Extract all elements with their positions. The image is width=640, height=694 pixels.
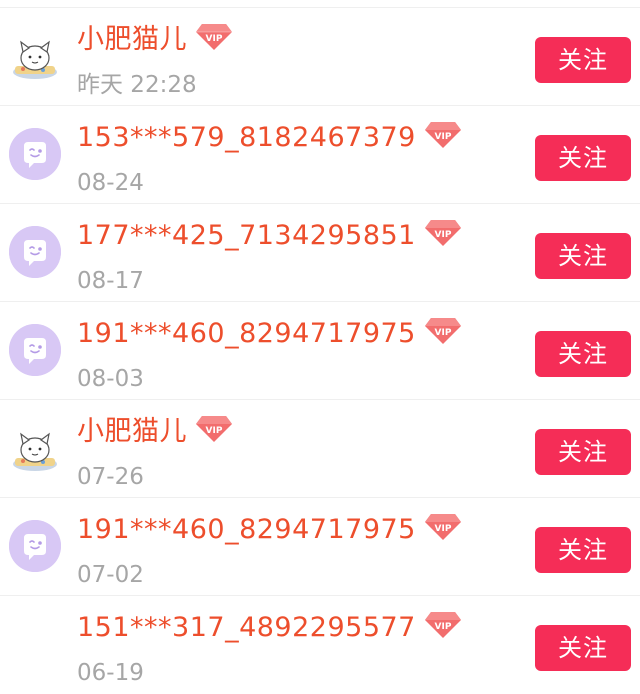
list-item[interactable]: 177***425_7134295851 VIP 08-17 关注 [0,204,640,302]
user-name[interactable]: 151***317_4892295577 [77,608,416,648]
user-name[interactable]: 191***460_8294717975 [77,314,416,354]
svg-text:VIP: VIP [434,230,451,240]
follow-button[interactable]: 关注 [535,37,631,83]
name-line: 小肥猫儿 VIP [77,20,233,60]
timestamp: 08-03 [77,366,144,392]
default-chat-bubble-icon[interactable] [9,226,61,278]
cat-sticker-icon[interactable] [9,30,61,82]
name-line: 191***460_8294717975 VIP [77,314,462,354]
list-item[interactable]: 153***579_8182467379 VIP 08-24 关注 [0,106,640,204]
name-line: 小肥猫儿 VIP [77,412,233,452]
name-line: 151***317_4892295577 VIP [77,608,462,648]
name-line: 153***579_8182467379 VIP [77,118,462,158]
timestamp: 07-26 [77,464,144,490]
timestamp: 昨天 22:28 [77,72,197,98]
vip-diamond-icon: VIP [195,413,233,443]
timestamp: 08-17 [77,268,144,294]
list-item[interactable]: 小肥猫儿 VIP 07-26 关注 [0,400,640,498]
svg-text:VIP: VIP [434,524,451,534]
svg-text:VIP: VIP [434,328,451,338]
name-line: 177***425_7134295851 VIP [77,216,462,256]
user-name[interactable]: 177***425_7134295851 [77,216,416,256]
timestamp: 08-24 [77,170,144,196]
list-item[interactable]: 191***460_8294717975 VIP 07-02 关注 [0,498,640,596]
top-divider [0,0,640,8]
vip-diamond-icon: VIP [424,609,462,639]
list-item[interactable]: 151***317_4892295577 VIP 06-19 关注 [0,596,640,694]
svg-text:VIP: VIP [206,426,223,436]
svg-text:VIP: VIP [434,622,451,632]
follow-button[interactable]: 关注 [535,233,631,279]
timestamp: 06-19 [77,660,144,686]
user-name[interactable]: 小肥猫儿 [77,412,187,452]
default-chat-bubble-icon[interactable] [9,520,61,572]
user-name[interactable]: 191***460_8294717975 [77,510,416,550]
list-item[interactable]: 小肥猫儿 VIP 昨天 22:28 关注 [0,8,640,106]
name-line: 191***460_8294717975 VIP [77,510,462,550]
svg-text:VIP: VIP [206,34,223,44]
svg-text:VIP: VIP [434,132,451,142]
default-chat-bubble-icon[interactable] [9,324,61,376]
follow-button[interactable]: 关注 [535,331,631,377]
follow-list: 小肥猫儿 VIP 昨天 22:28 关注 153***579_818246737… [0,0,640,690]
cat-sticker-icon[interactable] [9,422,61,474]
follow-button[interactable]: 关注 [535,429,631,475]
follow-button[interactable]: 关注 [535,527,631,573]
timestamp: 07-02 [77,562,144,588]
vip-diamond-icon: VIP [424,119,462,149]
follow-button[interactable]: 关注 [535,625,631,671]
vip-diamond-icon: VIP [424,315,462,345]
follow-button[interactable]: 关注 [535,135,631,181]
default-chat-bubble-icon[interactable] [9,128,61,180]
vip-diamond-icon: VIP [424,511,462,541]
vip-diamond-icon: VIP [424,217,462,247]
vip-diamond-icon: VIP [195,21,233,51]
user-name[interactable]: 小肥猫儿 [77,20,187,60]
user-name[interactable]: 153***579_8182467379 [77,118,416,158]
list-item[interactable]: 191***460_8294717975 VIP 08-03 关注 [0,302,640,400]
